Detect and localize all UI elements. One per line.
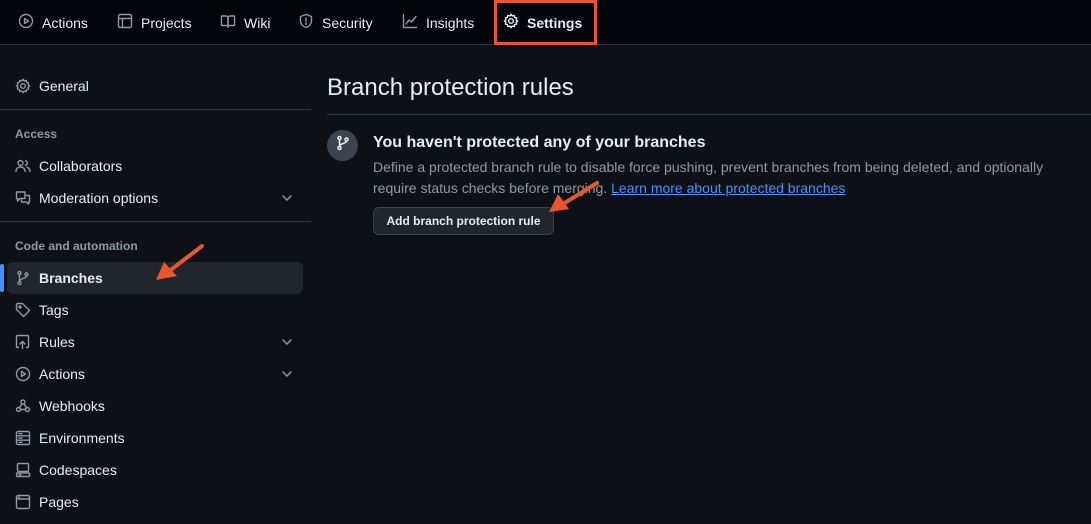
tab-label: Projects bbox=[141, 14, 192, 31]
tab-label: Settings bbox=[527, 14, 583, 31]
tab-actions[interactable]: Actions bbox=[18, 0, 88, 45]
repo-nav: Actions Projects Wiki Security Insights … bbox=[0, 0, 1091, 45]
chevron-down-icon[interactable] bbox=[279, 334, 295, 350]
sidebar-heading-access: Access bbox=[15, 127, 58, 141]
learn-more-link[interactable]: Learn more about protected branches bbox=[611, 180, 845, 196]
repo-push-icon bbox=[15, 334, 31, 350]
sidebar-item-label: Codespaces bbox=[39, 462, 117, 478]
sidebar-item-general[interactable]: General bbox=[7, 70, 303, 102]
chevron-down-icon[interactable] bbox=[279, 190, 295, 206]
gear-icon bbox=[503, 13, 519, 32]
sidebar-item-actions[interactable]: Actions bbox=[7, 358, 303, 390]
sidebar-item-label: Pages bbox=[39, 494, 79, 510]
graph-icon bbox=[402, 13, 418, 32]
tab-label: Wiki bbox=[244, 14, 271, 31]
tab-wiki[interactable]: Wiki bbox=[220, 0, 270, 45]
git-branch-icon bbox=[335, 135, 351, 156]
sidebar-item-pages[interactable]: Pages bbox=[7, 486, 303, 518]
sidebar-item-collaborators[interactable]: Collaborators bbox=[7, 150, 303, 182]
sidebar-item-label: Branches bbox=[39, 270, 103, 286]
shield-icon bbox=[298, 13, 314, 32]
sidebar-item-label: Moderation options bbox=[39, 190, 159, 206]
blankslate-heading: You haven't protected any of your branch… bbox=[373, 134, 706, 151]
webhook-icon bbox=[15, 398, 31, 414]
sidebar-item-branches[interactable]: Branches bbox=[7, 262, 303, 294]
tab-projects[interactable]: Projects bbox=[117, 0, 192, 45]
active-indicator bbox=[0, 264, 4, 292]
server-icon bbox=[15, 430, 31, 446]
gear-icon bbox=[15, 78, 31, 94]
sidebar-item-label: General bbox=[39, 78, 89, 94]
tab-label: Insights bbox=[426, 14, 475, 31]
sidebar-item-label: Actions bbox=[39, 366, 85, 382]
sidebar-divider bbox=[0, 221, 311, 222]
sidebar-item-codespaces[interactable]: Codespaces bbox=[7, 454, 303, 486]
tab-security[interactable]: Security bbox=[298, 0, 373, 45]
book-icon bbox=[220, 13, 236, 32]
sidebar-item-moderation-options[interactable]: Moderation options bbox=[7, 182, 303, 214]
tab-settings[interactable]: Settings bbox=[503, 0, 582, 45]
tag-icon bbox=[15, 302, 31, 318]
add-branch-protection-rule-button[interactable]: Add branch protection rule bbox=[373, 207, 554, 235]
sidebar-item-tags[interactable]: Tags bbox=[7, 294, 303, 326]
tab-insights[interactable]: Insights bbox=[402, 0, 474, 45]
table-icon bbox=[117, 13, 133, 32]
sidebar-item-label: Webhooks bbox=[39, 398, 105, 414]
tab-label: Actions bbox=[42, 14, 88, 31]
people-icon bbox=[15, 158, 31, 174]
sidebar-item-label: Tags bbox=[39, 302, 69, 318]
sidebar-item-rules[interactable]: Rules bbox=[7, 326, 303, 358]
sidebar-item-webhooks[interactable]: Webhooks bbox=[7, 390, 303, 422]
comment-discussion-icon bbox=[15, 190, 31, 206]
git-branch-icon bbox=[15, 270, 31, 286]
chevron-down-icon[interactable] bbox=[279, 366, 295, 382]
title-divider bbox=[327, 114, 1091, 115]
sidebar-item-label: Rules bbox=[39, 334, 75, 350]
blankslate-icon bbox=[327, 130, 358, 161]
sidebar-item-environments[interactable]: Environments bbox=[7, 422, 303, 454]
tab-label: Security bbox=[322, 14, 373, 31]
sidebar-divider bbox=[0, 109, 311, 110]
play-icon bbox=[18, 13, 34, 32]
sidebar-item-label: Collaborators bbox=[39, 158, 123, 174]
play-icon bbox=[15, 366, 31, 382]
sidebar-item-label: Environments bbox=[39, 430, 125, 446]
blankslate-description: Define a protected branch rule to disabl… bbox=[373, 157, 1083, 199]
codespaces-icon bbox=[15, 462, 31, 478]
page-title: Branch protection rules bbox=[327, 74, 574, 101]
browser-icon bbox=[15, 494, 31, 510]
sidebar-heading-code-automation: Code and automation bbox=[15, 239, 138, 253]
